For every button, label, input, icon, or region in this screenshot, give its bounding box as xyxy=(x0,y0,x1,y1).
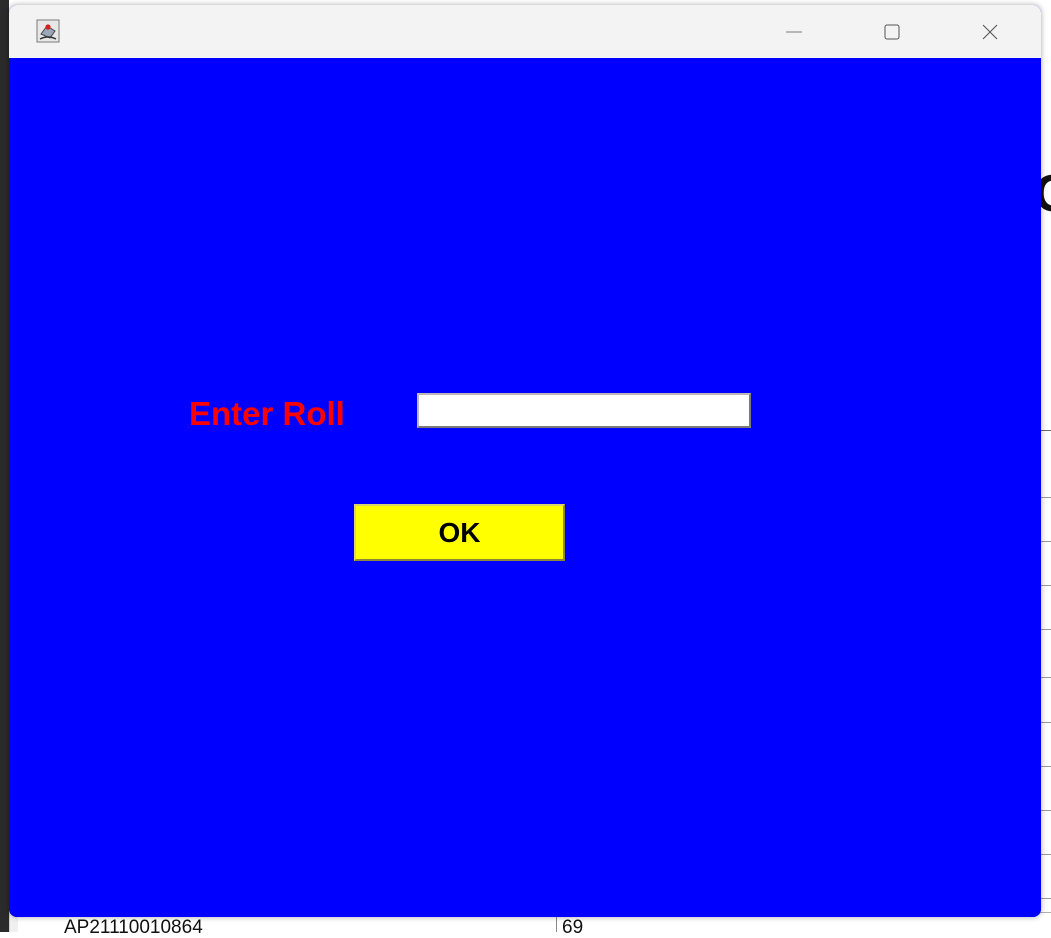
close-icon xyxy=(980,22,1000,42)
background-table-cell-id: AP21110010864 xyxy=(64,917,203,938)
background-table-rule xyxy=(1040,898,1051,899)
java-cup-icon xyxy=(36,19,60,43)
background-table-rule xyxy=(1040,497,1051,498)
enter-roll-label: Enter Roll xyxy=(189,395,345,432)
roll-entry-dialog: Enter Roll OK xyxy=(9,5,1041,917)
background-table-rule xyxy=(1040,677,1051,678)
minimize-icon xyxy=(784,22,804,42)
background-table-rule xyxy=(1040,629,1051,630)
dialog-content-panel: Enter Roll OK xyxy=(9,58,1041,917)
title-bar[interactable] xyxy=(9,5,1041,59)
maximize-icon xyxy=(882,22,902,42)
background-table-rule xyxy=(1040,854,1051,855)
background-table-border xyxy=(1040,430,1051,431)
roll-number-input[interactable] xyxy=(417,393,751,428)
background-table-rule xyxy=(1040,766,1051,767)
maximize-button[interactable] xyxy=(864,5,920,58)
close-button[interactable] xyxy=(962,5,1018,58)
background-table-cell-value: 69 xyxy=(562,917,584,938)
background-window-edge xyxy=(0,0,9,932)
ok-button[interactable]: OK xyxy=(354,504,565,561)
background-table-rule xyxy=(1040,810,1051,811)
background-table-rule xyxy=(1040,541,1051,542)
background-table-rule xyxy=(1040,722,1051,723)
background-table-rule xyxy=(1040,585,1051,586)
minimize-button[interactable] xyxy=(766,5,822,58)
